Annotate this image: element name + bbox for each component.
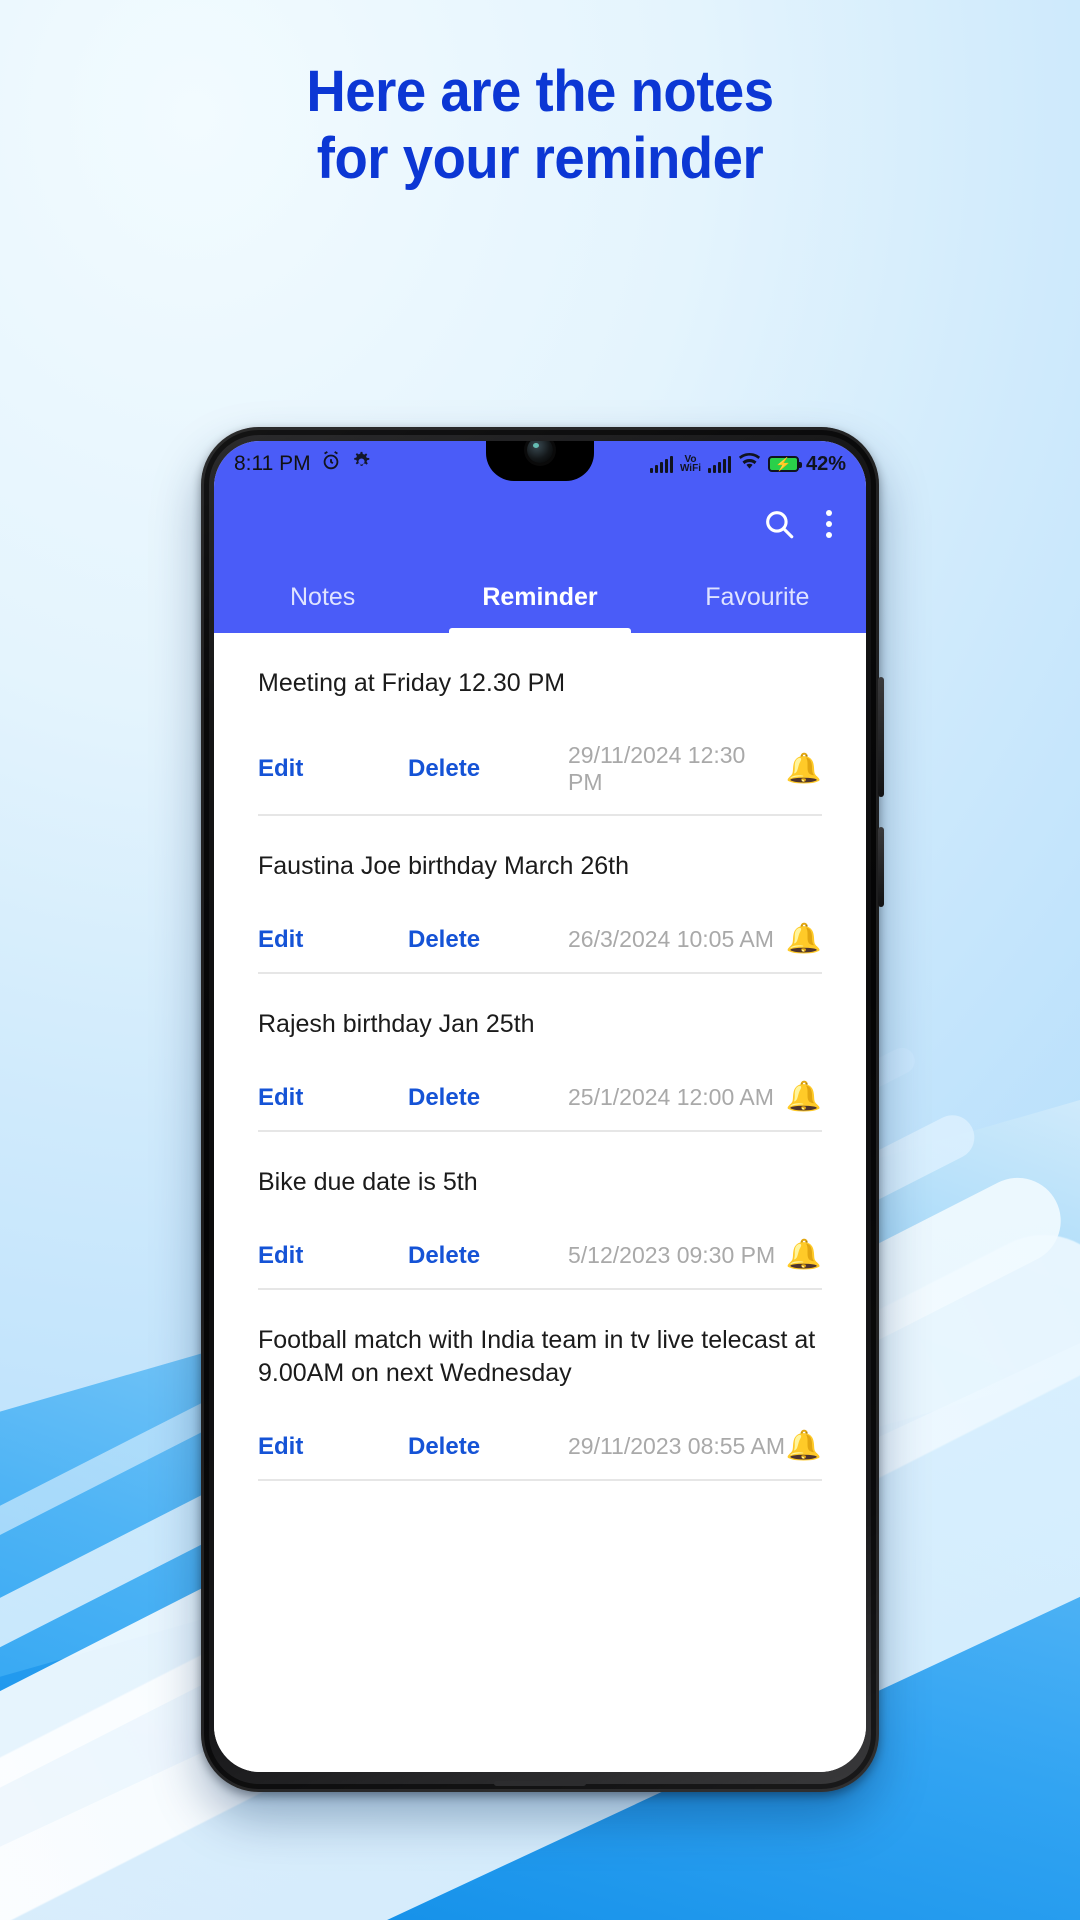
status-bar: 8:11 PM Vo WiFi ⚡ 42% [214,441,866,487]
phone-volume-button[interactable] [878,677,884,797]
tab-favourite[interactable]: Favourite [649,561,866,633]
app-bar: 8:11 PM Vo WiFi ⚡ 42% Notes Reminder Fav… [214,441,866,633]
phone-notch [486,441,594,481]
reminder-title: Meeting at Friday 12.30 PM [258,669,566,697]
delete-button[interactable]: Delete [408,755,568,783]
edit-button[interactable]: Edit [258,1433,408,1461]
edit-button[interactable]: Edit [258,926,408,954]
edit-button[interactable]: Edit [258,755,408,783]
vowifi-line-2: WiFi [679,463,701,474]
delete-button[interactable]: Delete [408,1084,568,1112]
reminder-list[interactable]: Meeting at Friday 12.30 PM Edit Delete 2… [214,633,866,1772]
battery-percent: 42% [805,452,846,475]
alarm-clock-icon [320,450,342,478]
vowifi-icon: Vo WiFi [679,455,701,474]
list-item[interactable]: Bike due date is 5th Edit Delete 5/12/20… [214,1132,866,1290]
reminder-title: Faustina Joe birthday March 26th [258,852,630,880]
bell-icon[interactable]: 🔔 [786,754,822,784]
phone-mockup: 8:11 PM Vo WiFi ⚡ 42% Notes Reminder Fav… [201,427,884,1792]
status-bar-right: Vo WiFi ⚡ 42% [649,452,846,476]
tab-reminder[interactable]: Reminder [431,561,648,633]
front-camera-icon [527,441,553,463]
delete-button[interactable]: Delete [408,926,568,954]
home-indicator [494,1781,586,1786]
reminder-datetime: 29/11/2023 08:55 AM [568,1433,785,1459]
list-item[interactable]: Football match with India team in tv liv… [214,1290,866,1481]
edit-button[interactable]: Edit [258,1242,408,1270]
reminder-datetime: 5/12/2023 09:30 PM [568,1242,776,1268]
delete-button[interactable]: Delete [408,1242,568,1270]
promo-headline-line-1: Here are the notes [306,59,774,124]
reminder-datetime: 29/11/2024 12:30 PM [568,742,746,795]
reminder-actions: Edit Delete 25/1/2024 12:00 AM 🔔 [258,1083,822,1132]
app-toolbar [214,487,866,561]
edit-button[interactable]: Edit [258,1084,408,1112]
phone-screen: 8:11 PM Vo WiFi ⚡ 42% Notes Reminder Fav… [214,441,866,1772]
bell-icon[interactable]: 🔔 [786,1241,822,1270]
reminder-datetime: 26/3/2024 10:05 AM [568,926,774,952]
status-bar-left: 8:11 PM [234,450,372,478]
reminder-title: Rajesh birthday Jan 25th [258,1010,535,1038]
reminder-title: Bike due date is 5th [258,1168,478,1196]
reminder-actions: Edit Delete 29/11/2023 08:55 AM 🔔 [258,1432,822,1481]
reminder-datetime: 25/1/2024 12:00 AM [568,1084,774,1110]
wifi-icon [738,452,761,476]
promo-headline-line-2: for your reminder [316,126,764,192]
phone-power-button[interactable] [878,827,884,907]
gear-icon [351,451,372,478]
list-item[interactable]: Faustina Joe birthday March 26th Edit De… [214,816,866,974]
reminder-actions: Edit Delete 29/11/2024 12:30 PM 🔔 [258,742,822,816]
list-item[interactable]: Meeting at Friday 12.30 PM Edit Delete 2… [214,633,866,816]
reminder-actions: Edit Delete 26/3/2024 10:05 AM 🔔 [258,925,822,974]
promo-headline: Here are the notes for your reminder [32,58,1047,193]
reminder-title: Football match with India team in tv liv… [258,1326,816,1387]
tab-notes[interactable]: Notes [214,561,431,633]
list-item[interactable]: Rajesh birthday Jan 25th Edit Delete 25/… [214,974,866,1132]
reminder-actions: Edit Delete 5/12/2023 09:30 PM 🔔 [258,1241,822,1290]
tab-reminder-label: Reminder [482,582,598,611]
bell-icon[interactable]: 🔔 [786,1432,822,1461]
battery-charging-icon: ⚡ [767,456,802,472]
delete-button[interactable]: Delete [408,1433,568,1461]
cellular-signal-2-icon [707,455,731,473]
tab-notes-label: Notes [290,582,356,611]
tab-favourite-label: Favourite [705,582,810,611]
bell-icon[interactable]: 🔔 [786,925,822,954]
tab-bar: Notes Reminder Favourite [214,561,866,633]
cellular-signal-icon [649,455,673,473]
more-vertical-icon[interactable] [826,510,832,538]
bell-icon[interactable]: 🔔 [786,1083,822,1112]
status-time: 8:11 PM [234,452,311,475]
search-icon[interactable] [762,507,796,541]
